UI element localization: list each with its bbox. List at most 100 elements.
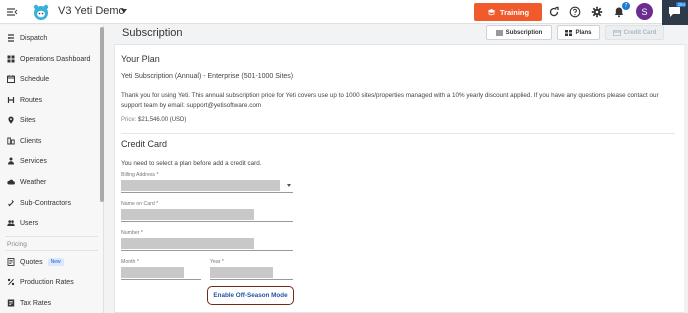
enable-off-season-mode-button[interactable]: Enable Off-Season Mode [207,286,294,305]
plans-button[interactable]: Plans [557,25,600,40]
app-title[interactable]: V3 Yeti Demo [58,5,125,17]
services-icon [8,157,14,165]
notification-count-badge: 7 [622,2,630,10]
sidebar-item-label: Users [20,219,39,227]
users-icon [7,220,15,226]
billing-address-select[interactable] [121,180,280,191]
sidebar-item-operations-dashboard[interactable]: Operations Dashboard [7,52,90,66]
sidebar-item-label: Production Rates [20,278,74,286]
training-button[interactable]: Training [474,3,542,21]
sidebar-item-label: Operations Dashboard [20,55,91,63]
routes-icon [7,97,15,103]
graduation-cap-icon [487,9,496,16]
grid-icon [565,29,573,36]
sidebar-item-label: Weather [20,178,47,186]
sidebar-scrollbar[interactable] [100,27,104,202]
list-icon [495,30,503,35]
sidebar-item-label: Clients [20,137,42,145]
sidebar-divider [5,250,98,251]
subscription-button-label: Subscription [505,29,543,36]
percent-icon [7,278,15,286]
year-underline [210,279,293,280]
gear-icon[interactable] [591,6,603,18]
top-bar: V3 Yeti Demo Training 7 S 294 [0,0,688,25]
avatar[interactable]: S [636,3,653,20]
billing-address-underline [121,192,293,193]
credit-card-heading: Credit Card [121,139,168,149]
tax-icon [7,299,15,307]
plan-description: Thank you for using Yeti. This annual su… [121,92,659,109]
your-plan-heading: Your Plan [121,54,160,64]
name-on-card-field[interactable] [121,209,254,220]
sidebar-item-label: Services [20,157,47,165]
credit-card-button: Credit Card [605,25,664,40]
sidebar-item-label: Dispatch [20,34,48,42]
map-pin-icon [8,116,14,124]
sidebar-item-label: Quotes [20,258,43,266]
price-label: Price: [121,117,137,123]
year-field[interactable] [210,267,273,278]
plan-name: Yeti Subscription (Annual) - Enterprise … [121,73,294,80]
sidebar-item-label: Sub-Contractors [20,199,71,207]
clients-icon [7,137,15,145]
sidebar-item-routes[interactable]: Routes [7,93,42,107]
name-on-card-label: Name on Card * [121,201,159,207]
sidebar-item-dispatch[interactable]: Dispatch [7,31,47,45]
sidebar-item-weather[interactable]: Weather [7,175,46,189]
name-on-card-underline [121,221,293,222]
new-badge: New [47,258,64,266]
sidebar-item-label: Routes [20,96,43,104]
chat-count-badge: 294 [676,2,686,7]
sidebar [0,25,104,313]
sidebar-item-tax-rates[interactable]: Tax Rates [7,296,51,310]
app-switcher-chevron-down-icon[interactable] [121,9,127,13]
sub-contractors-icon [8,200,14,207]
credit-card-button-label: Credit Card [623,29,657,36]
month-underline [121,279,201,280]
refresh-icon[interactable] [548,6,560,18]
sidebar-divider [5,236,98,237]
month-label: Month * [121,259,139,265]
page-title: Subscription [122,27,183,39]
billing-address-label: Billing Address * [121,172,159,178]
card-number-underline [121,250,293,251]
sidebar-item-sub-contractors[interactable]: Sub-Contractors [7,196,71,210]
sidebar-item-label: Sites [20,116,36,124]
section-divider [121,133,675,134]
sidebar-item-quotes[interactable]: Quotes New [7,255,64,269]
help-icon[interactable] [569,6,581,18]
sidebar-item-users[interactable]: Users [7,216,38,230]
calendar-icon [7,75,15,83]
yeti-logo-icon[interactable] [32,3,50,21]
year-label: Year * [210,259,224,265]
sidebar-section-pricing: Pricing [7,241,27,248]
sidebar-item-production-rates[interactable]: Production Rates [7,275,74,289]
main-scrollbar[interactable] [684,44,688,313]
plan-price: Price: $21,546.00 (USD) [121,117,186,123]
chat-button[interactable]: 294 [662,0,688,25]
month-field[interactable] [121,267,184,278]
dashboard-icon [7,55,15,63]
sidebar-item-sites[interactable]: Sites [7,113,36,127]
chat-icon [669,7,680,17]
sidebar-item-label: Schedule [20,75,50,83]
sidebar-item-services[interactable]: Services [7,154,47,168]
number-label: Number * [121,230,143,236]
credit-card-icon [612,29,621,36]
training-label: Training [499,7,530,17]
dispatch-icon [8,34,14,42]
subscription-button[interactable]: Subscription [486,25,552,40]
cloud-icon [7,179,15,185]
sidebar-item-label: Tax Rates [20,299,52,307]
plans-button-label: Plans [575,29,592,36]
sidebar-item-clients[interactable]: Clients [7,134,41,148]
chevron-down-icon[interactable] [287,184,291,187]
quotes-icon [7,258,15,266]
credit-card-note: You need to select a plan before add a c… [121,160,262,167]
menu-collapse-icon[interactable] [6,6,18,18]
price-value: $21,546.00 (USD) [138,117,187,123]
card-number-field[interactable] [121,238,254,249]
subscription-card: Your Plan Yeti Subscription (Annual) - E… [114,44,685,313]
sidebar-item-schedule[interactable]: Schedule [7,72,49,86]
page-header: Subscription Subscription Plans Credit C… [114,25,684,43]
